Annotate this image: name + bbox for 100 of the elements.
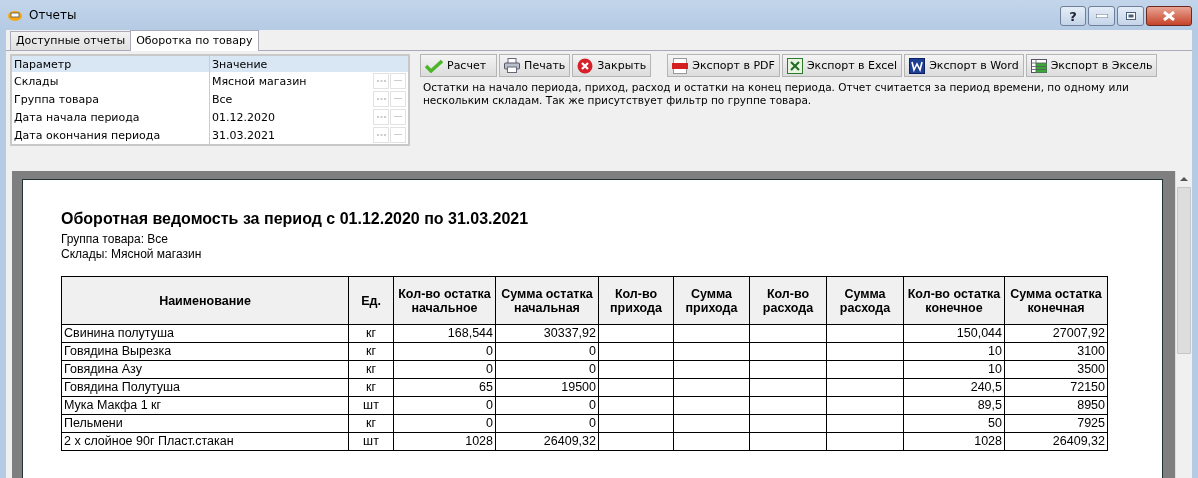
- parameter-value[interactable]: 31.03.2021: [212, 128, 372, 142]
- clear-button[interactable]: [390, 109, 406, 125]
- printer-icon: [504, 58, 521, 73]
- table-cell: 0: [495, 396, 599, 415]
- check-icon: [425, 58, 443, 73]
- table-cell: 168,544: [393, 324, 496, 343]
- table-cell: 0: [495, 414, 599, 433]
- close-icon: [1162, 11, 1176, 21]
- browse-button[interactable]: [373, 73, 389, 89]
- table-cell: 10: [903, 342, 1005, 361]
- table-cell: 27007,92: [1004, 324, 1108, 343]
- column-header: Параметр: [12, 56, 210, 72]
- toolbar-button[interactable]: Экспорт в Эксель: [1025, 54, 1158, 77]
- table-cell: 2 х слойное 90г Пласт.стакан: [61, 432, 349, 451]
- table-cell: Мука Макфа 1 кг: [61, 396, 349, 415]
- table-cell: 10: [903, 360, 1005, 379]
- column-header: Значение: [211, 56, 269, 72]
- table-cell: кг: [348, 324, 394, 343]
- parameter-name: Дата начала периода: [12, 108, 210, 126]
- scroll-up-icon[interactable]: [1180, 177, 1188, 181]
- clear-button[interactable]: [390, 127, 406, 143]
- minus-icon: [394, 134, 402, 136]
- close-button[interactable]: [1146, 6, 1192, 26]
- close-icon: [577, 57, 594, 74]
- parameter-value[interactable]: Мясной магазин: [212, 74, 372, 88]
- parameter-value[interactable]: Все: [212, 92, 372, 106]
- clear-button[interactable]: [390, 91, 406, 107]
- column-header: Кол-во остатка конечное: [903, 276, 1005, 325]
- table-cell: кг: [348, 414, 394, 433]
- table-cell: Говядина Азу: [61, 360, 349, 379]
- parameter-value[interactable]: 01.12.2020: [212, 110, 372, 124]
- table-cell: Пельмени: [61, 414, 349, 433]
- table-cell: 1028: [393, 432, 496, 451]
- report-subtitle: Склады: Мясной магазин: [61, 247, 203, 262]
- parameter-name: Дата окончания периода: [12, 126, 210, 144]
- table-cell: 7925: [1004, 414, 1108, 433]
- toolbar-button[interactable]: Экспорт в Excel: [781, 54, 903, 77]
- table-cell: 72150: [1004, 378, 1108, 397]
- column-header: Кол-во прихода: [598, 276, 674, 325]
- table-cell: 8950: [1004, 396, 1108, 415]
- table-cell: 0: [393, 342, 496, 361]
- browse-button[interactable]: [373, 91, 389, 107]
- table-cell: 19500: [495, 378, 599, 397]
- table-cell: кг: [348, 378, 394, 397]
- tab[interactable]: Оборотка по товару: [130, 30, 259, 51]
- toolbar-button[interactable]: Расчет: [420, 54, 498, 77]
- table-cell: Говядина Вырезка: [61, 342, 349, 361]
- window-title: Отчеты: [29, 8, 77, 22]
- column-header: Сумма прихода: [673, 276, 750, 325]
- report-description: Остатки на начало периода, приход, расход и остатки на конец периода. Отчет считается за период времени, по одному или нескольким складам. Так же присутствует фильтр по группе товара.: [423, 81, 1130, 107]
- browse-button[interactable]: [373, 109, 389, 125]
- table-icon: [1030, 58, 1047, 73]
- column-header: Наименование: [61, 276, 349, 325]
- spreadsheet-icon: [786, 57, 803, 74]
- column-header: Ед.: [348, 276, 394, 325]
- column-header: Кол-во остатка начальное: [393, 276, 496, 325]
- toolbar-button[interactable]: Закрыть: [572, 54, 652, 77]
- table-cell: 0: [495, 342, 599, 361]
- table-cell: 89,5: [903, 396, 1005, 415]
- table-cell: шт: [348, 432, 394, 451]
- table-cell: 0: [393, 360, 496, 379]
- minus-icon: [394, 98, 402, 100]
- table-cell: Свинина полутуша: [61, 324, 349, 343]
- column-header: Кол-во расхода: [749, 276, 827, 325]
- table-cell: 0: [393, 396, 496, 415]
- toolbar-button[interactable]: Экспорт в Word: [904, 54, 1024, 77]
- minus-icon: [394, 116, 402, 118]
- table-cell: 0: [495, 360, 599, 379]
- parameter-name: Склады: [12, 72, 210, 90]
- column-header: Сумма остатка начальная: [495, 276, 599, 325]
- table-cell: 0: [393, 414, 496, 433]
- minimize-icon: [1095, 14, 1108, 18]
- app-icon: [7, 8, 23, 22]
- table-cell: 240,5: [903, 378, 1005, 397]
- toolbar-button[interactable]: Экспорт в PDF: [667, 54, 780, 77]
- pdf-file-icon: [672, 57, 689, 74]
- toolbar-button[interactable]: Печать: [499, 54, 571, 77]
- table-cell: шт: [348, 396, 394, 415]
- maximize-button[interactable]: [1117, 6, 1144, 26]
- column-header: Сумма остатка конечная: [1004, 276, 1108, 325]
- report-subtitle: Группа товара: Все: [61, 232, 169, 247]
- tab[interactable]: Доступные отчеты: [10, 31, 132, 50]
- table-cell: кг: [348, 360, 394, 379]
- minimize-button[interactable]: [1088, 6, 1115, 26]
- table-cell: 150,044: [903, 324, 1005, 343]
- minus-icon: [394, 80, 402, 82]
- table-cell: 1028: [903, 432, 1005, 451]
- vertical-scrollbar[interactable]: [1175, 171, 1192, 478]
- table-cell: 26409,32: [1004, 432, 1108, 451]
- help-button[interactable]: ?: [1060, 6, 1086, 26]
- table-cell: 26409,32: [495, 432, 599, 451]
- table-cell: 30337,92: [495, 324, 599, 343]
- table-cell: 50: [903, 414, 1005, 433]
- table-cell: 3100: [1004, 342, 1108, 361]
- clear-button[interactable]: [390, 73, 406, 89]
- scroll-thumb[interactable]: [1177, 187, 1191, 354]
- table-cell: Говядина Полутуша: [61, 378, 349, 397]
- browse-button[interactable]: [373, 127, 389, 143]
- table-cell: кг: [348, 342, 394, 361]
- parameter-name: Группа товара: [12, 90, 210, 108]
